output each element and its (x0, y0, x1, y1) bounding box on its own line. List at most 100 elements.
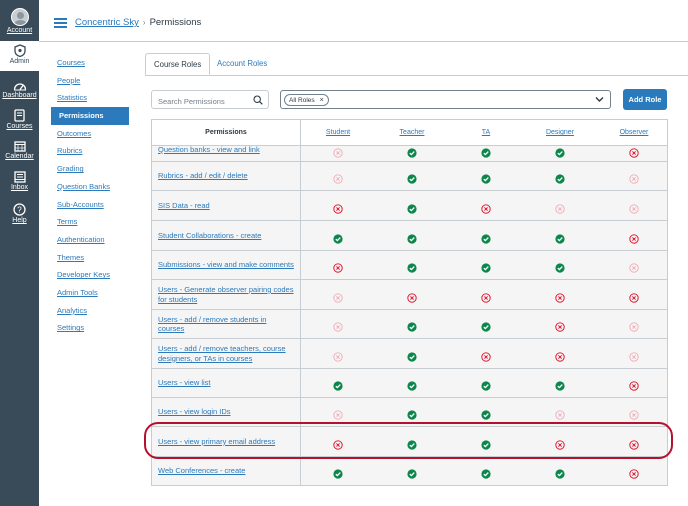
permission-toggle-teacher[interactable] (407, 437, 417, 450)
nav-item-authentication[interactable]: Authentication (51, 231, 129, 249)
permission-link[interactable]: Users - view primary email address (158, 437, 275, 447)
nav-item-settings[interactable]: Settings (51, 319, 129, 337)
permission-toggle-observer[interactable] (629, 349, 639, 362)
permission-link[interactable]: Users - view login IDs (158, 407, 231, 417)
permission-toggle-observer[interactable] (629, 201, 639, 214)
permission-toggle-observer[interactable] (629, 145, 639, 158)
permission-toggle-designer[interactable] (555, 145, 565, 158)
permission-toggle-ta[interactable] (481, 290, 491, 303)
nav-item-grading[interactable]: Grading (51, 160, 129, 178)
nav-item-analytics[interactable]: Analytics (51, 302, 129, 320)
permission-toggle-ta[interactable] (481, 466, 491, 479)
permission-toggle-observer[interactable] (629, 231, 639, 244)
permission-toggle-ta[interactable] (481, 260, 491, 273)
nav-item-question-banks[interactable]: Question Banks (51, 178, 129, 196)
permission-toggle-student[interactable] (333, 349, 343, 362)
role-column-header-designer[interactable]: Designer (525, 120, 595, 146)
permission-toggle-designer[interactable] (555, 319, 565, 332)
permission-toggle-student[interactable] (333, 290, 343, 303)
hamburger-menu-icon[interactable] (54, 18, 67, 28)
permission-toggle-student[interactable] (333, 319, 343, 332)
permission-toggle-observer[interactable] (629, 407, 639, 420)
nav-item-terms[interactable]: Terms (51, 213, 129, 231)
roles-filter-pill[interactable]: All Roles × (284, 94, 329, 106)
permission-toggle-teacher[interactable] (407, 201, 417, 214)
nav-item-people[interactable]: People (51, 72, 129, 90)
permission-toggle-ta[interactable] (481, 231, 491, 244)
breadcrumb-account-link[interactable]: Concentric Sky (75, 17, 139, 28)
permission-toggle-designer[interactable] (555, 231, 565, 244)
global-nav-admin[interactable]: Admin (0, 41, 39, 71)
permission-toggle-teacher[interactable] (407, 378, 417, 391)
permission-toggle-observer[interactable] (629, 378, 639, 391)
permission-toggle-ta[interactable] (481, 171, 491, 184)
permission-toggle-student[interactable] (333, 231, 343, 244)
role-column-header-teacher[interactable]: Teacher (377, 120, 447, 146)
nav-item-developer-keys[interactable]: Developer Keys (51, 266, 129, 284)
permission-link[interactable]: Users - add / remove students in courses (158, 315, 294, 334)
permission-toggle-ta[interactable] (481, 319, 491, 332)
global-nav-courses[interactable]: Courses (0, 109, 39, 130)
add-role-button[interactable]: Add Role (623, 89, 667, 110)
permission-toggle-teacher[interactable] (407, 231, 417, 244)
nav-item-sub-accounts[interactable]: Sub-Accounts (51, 196, 129, 214)
permission-toggle-ta[interactable] (481, 378, 491, 391)
global-nav-account[interactable]: Account (0, 8, 39, 34)
permission-toggle-designer[interactable] (555, 466, 565, 479)
permission-toggle-ta[interactable] (481, 407, 491, 420)
permission-toggle-teacher[interactable] (407, 145, 417, 158)
permission-toggle-ta[interactable] (481, 437, 491, 450)
nav-item-themes[interactable]: Themes (51, 249, 129, 267)
permission-toggle-designer[interactable] (555, 290, 565, 303)
permission-toggle-student[interactable] (333, 378, 343, 391)
permission-link[interactable]: Users - view list (158, 378, 211, 388)
permission-toggle-student[interactable] (333, 260, 343, 273)
permission-toggle-designer[interactable] (555, 171, 565, 184)
permission-toggle-student[interactable] (333, 407, 343, 420)
global-nav-help[interactable]: ? Help (0, 203, 39, 224)
permission-toggle-observer[interactable] (629, 319, 639, 332)
permission-toggle-student[interactable] (333, 466, 343, 479)
permission-toggle-observer[interactable] (629, 260, 639, 273)
role-column-header-ta[interactable]: TA (451, 120, 521, 146)
global-nav-dashboard[interactable]: Dashboard (0, 80, 39, 99)
permission-toggle-observer[interactable] (629, 290, 639, 303)
permission-toggle-teacher[interactable] (407, 407, 417, 420)
permission-toggle-designer[interactable] (555, 378, 565, 391)
nav-item-admin-tools[interactable]: Admin Tools (51, 284, 129, 302)
permission-toggle-ta[interactable] (481, 145, 491, 158)
permission-toggle-teacher[interactable] (407, 260, 417, 273)
tab-course-roles[interactable]: Course Roles (145, 53, 211, 75)
permission-toggle-teacher[interactable] (407, 349, 417, 362)
permission-toggle-designer[interactable] (555, 437, 565, 450)
permission-toggle-student[interactable] (333, 145, 343, 158)
permission-toggle-designer[interactable] (555, 407, 565, 420)
nav-item-permissions[interactable]: Permissions (51, 107, 129, 125)
permission-toggle-teacher[interactable] (407, 466, 417, 479)
global-nav-calendar[interactable]: Calendar (0, 140, 39, 160)
permission-toggle-designer[interactable] (555, 349, 565, 362)
permission-toggle-student[interactable] (333, 201, 343, 214)
permission-toggle-observer[interactable] (629, 466, 639, 479)
permission-link[interactable]: SIS Data - read (158, 201, 210, 211)
permission-link[interactable]: Users - add / remove teachers, course de… (158, 344, 294, 363)
permission-link[interactable]: Question banks - view and link (158, 145, 260, 155)
permission-link[interactable]: Users - Generate observer pairing codes … (158, 285, 294, 304)
roles-filter-select[interactable]: All Roles × (280, 90, 611, 109)
permission-link[interactable]: Student Collaborations - create (158, 231, 261, 241)
nav-item-courses[interactable]: Courses (51, 54, 129, 72)
permission-link[interactable]: Rubrics - add / edit / delete (158, 171, 248, 181)
role-column-header-student[interactable]: Student (303, 120, 373, 146)
search-icon[interactable] (253, 95, 263, 105)
permission-toggle-ta[interactable] (481, 349, 491, 362)
permission-toggle-designer[interactable] (555, 260, 565, 273)
permission-link[interactable]: Submissions - view and make comments (158, 260, 294, 270)
nav-item-outcomes[interactable]: Outcomes (51, 125, 129, 143)
nav-item-rubrics[interactable]: Rubrics (51, 142, 129, 160)
permission-toggle-teacher[interactable] (407, 290, 417, 303)
permission-toggle-designer[interactable] (555, 201, 565, 214)
role-column-header-observer[interactable]: Observer (599, 120, 667, 146)
tab-account-roles[interactable]: Account Roles (209, 53, 275, 75)
nav-item-statistics[interactable]: Statistics (51, 89, 129, 107)
permission-toggle-observer[interactable] (629, 437, 639, 450)
